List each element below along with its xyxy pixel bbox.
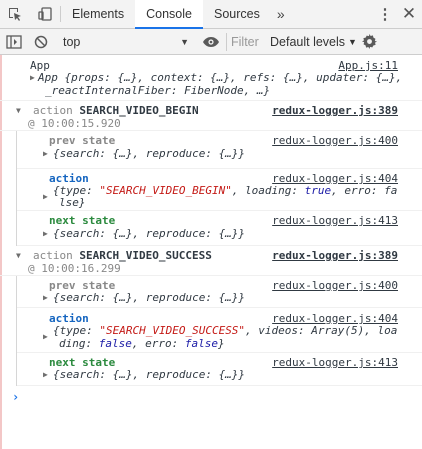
group-title: action SEARCH_VIDEO_BEGIN	[33, 104, 199, 117]
log-group-body: prev state redux-logger.js:400 ▶ {search…	[16, 276, 422, 386]
action-value-part: }	[217, 337, 225, 350]
group-title: action SEARCH_VIDEO_SUCCESS	[33, 249, 212, 262]
log-group-body: prev state redux-logger.js:400 ▶ {search…	[16, 131, 422, 246]
inspect-element-icon[interactable]	[0, 0, 30, 28]
action-value-part: , loading:	[231, 184, 305, 197]
more-tabs-button[interactable]: »	[271, 0, 295, 28]
collapse-triangle-icon[interactable]: ▼	[16, 106, 26, 115]
action-type-string: "SEARCH_VIDEO_BEGIN"	[99, 184, 232, 197]
expand-triangle-icon[interactable]: ▶	[43, 229, 53, 238]
action-type-string: "SEARCH_VIDEO_SUCCESS"	[99, 324, 246, 337]
action-value-part: {type:	[53, 324, 100, 337]
source-link[interactable]: redux-logger.js:413	[272, 356, 398, 369]
source-link[interactable]: redux-logger.js:400	[272, 279, 398, 292]
action-value-part: ding:	[59, 337, 99, 350]
tab-elements[interactable]: Elements	[61, 0, 135, 28]
console-messages: App App.js:11 ▶ App {props: {…}, context…	[0, 55, 422, 410]
action-value[interactable]: {type: "SEARCH_VIDEO_BEGIN", loading: tr…	[53, 184, 397, 197]
log-group-header[interactable]: ▼ action SEARCH_VIDEO_SUCCESS redux-logg…	[0, 246, 422, 276]
expand-triangle-icon[interactable]: ▶	[43, 370, 53, 379]
prev-state-value[interactable]: {search: {…}, reproduce: {…}}	[53, 291, 245, 304]
clear-console-icon[interactable]	[28, 29, 54, 55]
devtools-tabbar: Elements Console Sources » ⋮ ✕	[0, 0, 422, 29]
source-link[interactable]: redux-logger.js:389	[272, 104, 398, 117]
action-value-keyword: false	[98, 337, 132, 350]
prev-state-label: prev state	[49, 134, 116, 147]
action-value-keyword: false	[184, 337, 218, 350]
action-value-part: , erro:	[131, 337, 185, 350]
chevron-down-icon: ▼	[348, 36, 356, 47]
log-levels-value: Default levels	[270, 34, 346, 49]
collapse-triangle-icon[interactable]: ▼	[16, 251, 26, 260]
context-value: top	[63, 34, 81, 49]
group-action-type: SEARCH_VIDEO_SUCCESS	[79, 249, 212, 262]
expand-triangle-icon[interactable]: ▶	[43, 293, 53, 302]
action-value-part: , videos: Array(5), loa	[245, 324, 398, 337]
action-value-cont: lse}	[59, 196, 86, 209]
action-entry: action redux-logger.js:404 ▶ {type: "SEA…	[17, 308, 422, 353]
group-action-word: action	[33, 104, 73, 117]
expand-triangle-icon[interactable]: ▶	[43, 192, 53, 201]
show-sidebar-icon[interactable]	[0, 29, 28, 55]
console-settings-gear-icon[interactable]	[357, 29, 381, 55]
live-expression-eye-icon[interactable]	[196, 29, 226, 55]
tab-sources[interactable]: Sources	[203, 0, 271, 28]
console-prompt[interactable]: ›	[0, 386, 422, 410]
log-levels-dropdown[interactable]: Default levels ▼	[264, 35, 356, 49]
group-action-word: action	[33, 249, 73, 262]
device-toolbar-icon[interactable]	[30, 0, 60, 28]
next-state-entry: next state redux-logger.js:413 ▶ {search…	[17, 353, 422, 386]
console-toolbar: top ▼ Filter Default levels ▼	[0, 29, 422, 55]
group-timestamp: @ 10:00:16.299	[28, 262, 121, 275]
chevron-down-icon: ▼	[180, 36, 189, 47]
expand-triangle-icon[interactable]: ▶	[43, 149, 53, 158]
source-link[interactable]: redux-logger.js:413	[272, 214, 398, 227]
action-value-cont: ding: false, erro: false}	[59, 337, 225, 350]
log-object-preview[interactable]: App {props: {…}, context: {…}, refs: {…}…	[38, 71, 402, 84]
action-value-part: , erro: fa	[331, 184, 398, 197]
action-entry: action redux-logger.js:404 ▶ {type: "SEA…	[17, 169, 422, 211]
prompt-chevron-icon: ›	[12, 390, 20, 404]
source-link[interactable]: redux-logger.js:400	[272, 134, 398, 147]
prev-state-entry: prev state redux-logger.js:400 ▶ {search…	[17, 131, 422, 169]
context-selector[interactable]: top ▼	[55, 35, 195, 49]
next-state-value[interactable]: {search: {…}, reproduce: {…}}	[53, 368, 245, 381]
close-icon[interactable]: ✕	[396, 0, 422, 28]
expand-triangle-icon[interactable]: ▶	[43, 332, 53, 341]
action-value-keyword: true	[304, 184, 332, 197]
group-action-type: SEARCH_VIDEO_BEGIN	[79, 104, 199, 117]
next-state-entry: next state redux-logger.js:413 ▶ {search…	[17, 211, 422, 246]
filter-input[interactable]: Filter	[226, 32, 264, 51]
prev-state-entry: prev state redux-logger.js:400 ▶ {search…	[17, 276, 422, 308]
group-timestamp: @ 10:00:15.920	[28, 117, 121, 130]
action-value[interactable]: {type: "SEARCH_VIDEO_SUCCESS", videos: A…	[53, 324, 397, 337]
next-state-value[interactable]: {search: {…}, reproduce: {…}}	[53, 227, 245, 240]
log-group-header[interactable]: ▼ action SEARCH_VIDEO_BEGIN redux-logger…	[0, 101, 422, 131]
source-link[interactable]: redux-logger.js:389	[272, 249, 398, 262]
log-entry-app: App App.js:11 ▶ App {props: {…}, context…	[0, 55, 422, 101]
next-state-label: next state	[49, 214, 116, 227]
prev-state-value[interactable]: {search: {…}, reproduce: {…}}	[53, 147, 245, 160]
log-object-preview-cont: _reactInternalFiber: FiberNode, …}	[45, 84, 271, 97]
tab-console[interactable]: Console	[135, 0, 203, 29]
more-options-icon[interactable]: ⋮	[374, 0, 396, 28]
